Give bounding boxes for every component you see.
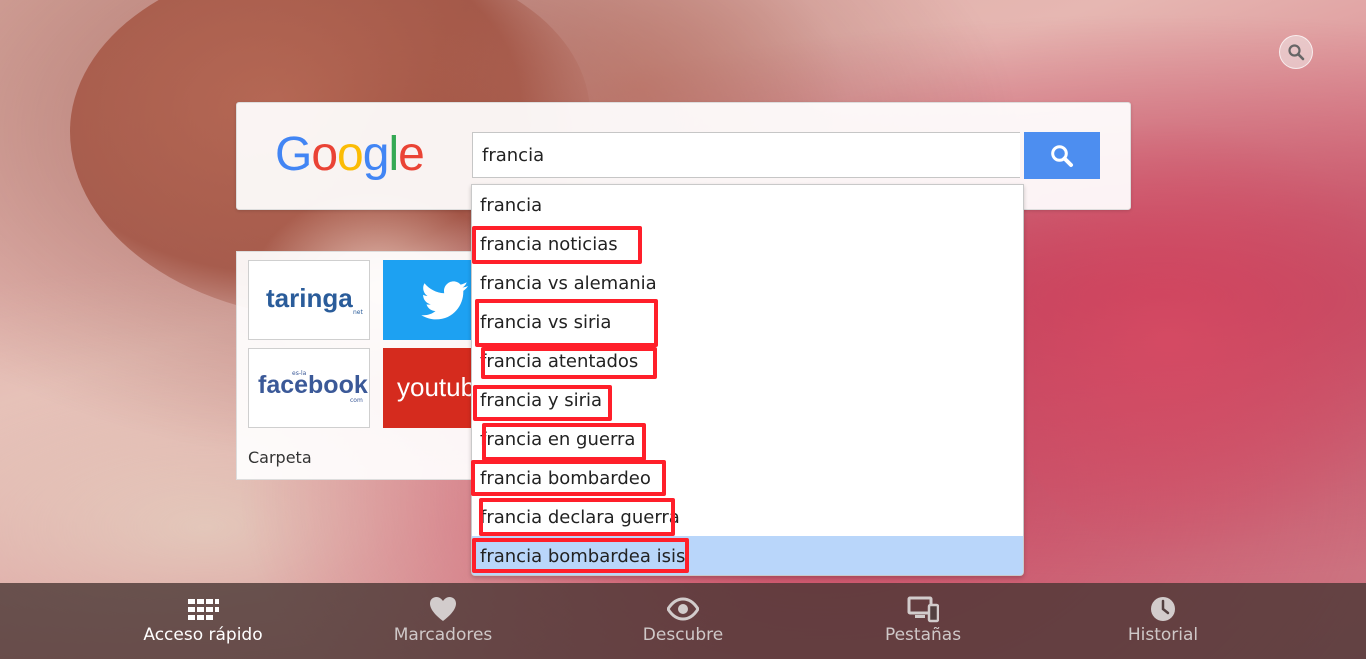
facebook-logo: facebook [258, 371, 368, 399]
facebook-logo-sub: com [350, 397, 363, 404]
nav-label: Historial [1127, 625, 1199, 645]
devices-icon [907, 596, 939, 623]
suggestion-item[interactable]: francia en guerra [472, 419, 1023, 458]
clock-icon [1151, 597, 1175, 621]
logo-letter: l [388, 128, 399, 181]
suggestion-item[interactable]: francia y siria [472, 380, 1023, 419]
heart-icon [430, 597, 456, 621]
logo-letter: o [337, 128, 364, 181]
search-input[interactable] [472, 132, 1020, 178]
speed-dial-taringa[interactable]: taringa net [248, 260, 370, 340]
nav-historial[interactable]: Historial [1043, 583, 1283, 659]
nav-descubre[interactable]: Descubre [563, 583, 803, 659]
speed-dial-folder[interactable]: taringa net es-la facebook com youtube C… [236, 251, 478, 480]
taringa-logo-sub: net [353, 309, 363, 316]
nav-acceso-rapido[interactable]: Acceso rápido [83, 583, 323, 659]
google-logo[interactable]: Google [275, 125, 425, 185]
speed-dial-youtube[interactable]: youtube [383, 348, 477, 428]
magnifier-icon [1051, 144, 1073, 167]
suggestion-item[interactable]: francia atentados [472, 341, 1023, 380]
suggestion-item[interactable]: francia noticias [472, 224, 1023, 263]
youtube-logo: youtube [397, 372, 477, 402]
nav-pestanas[interactable]: Pestañas [803, 583, 1043, 659]
logo-letter: G [275, 128, 312, 181]
twitter-bird-icon [421, 281, 468, 320]
logo-letter: g [362, 128, 390, 181]
suggestion-item[interactable]: francia vs alemania [472, 263, 1023, 302]
magnifier-icon [1288, 44, 1305, 61]
folder-label: Carpeta [248, 448, 312, 467]
nav-marcadores[interactable]: Marcadores [323, 583, 563, 659]
suggestion-item[interactable]: francia bombardeo [472, 458, 1023, 497]
nav-label: Descubre [642, 625, 724, 645]
search-button[interactable] [1024, 132, 1100, 179]
bottom-navigation: Acceso rápido Marcadores Descubre Pestañ… [0, 583, 1366, 659]
nav-label: Pestañas [884, 625, 962, 645]
suggestion-item-selected[interactable]: francia bombardea isis [472, 536, 1023, 575]
grid-icon [188, 599, 219, 620]
taringa-logo: taringa [266, 283, 353, 313]
nav-label: Marcadores [393, 625, 493, 645]
logo-letter: e [398, 128, 425, 181]
suggestions-dropdown: francia francia noticias francia vs alem… [471, 184, 1024, 576]
suggestion-item[interactable]: francia [472, 185, 1023, 224]
speed-dial-twitter[interactable] [383, 260, 477, 340]
corner-search-button[interactable] [1279, 35, 1313, 69]
suggestion-item[interactable]: francia declara guerra [472, 497, 1023, 536]
suggestion-item[interactable]: francia vs siria [472, 302, 1023, 341]
nav-label: Acceso rápido [143, 625, 263, 645]
logo-letter: o [311, 128, 338, 181]
speed-dial-facebook[interactable]: es-la facebook com [248, 348, 370, 428]
eye-icon [667, 597, 699, 621]
